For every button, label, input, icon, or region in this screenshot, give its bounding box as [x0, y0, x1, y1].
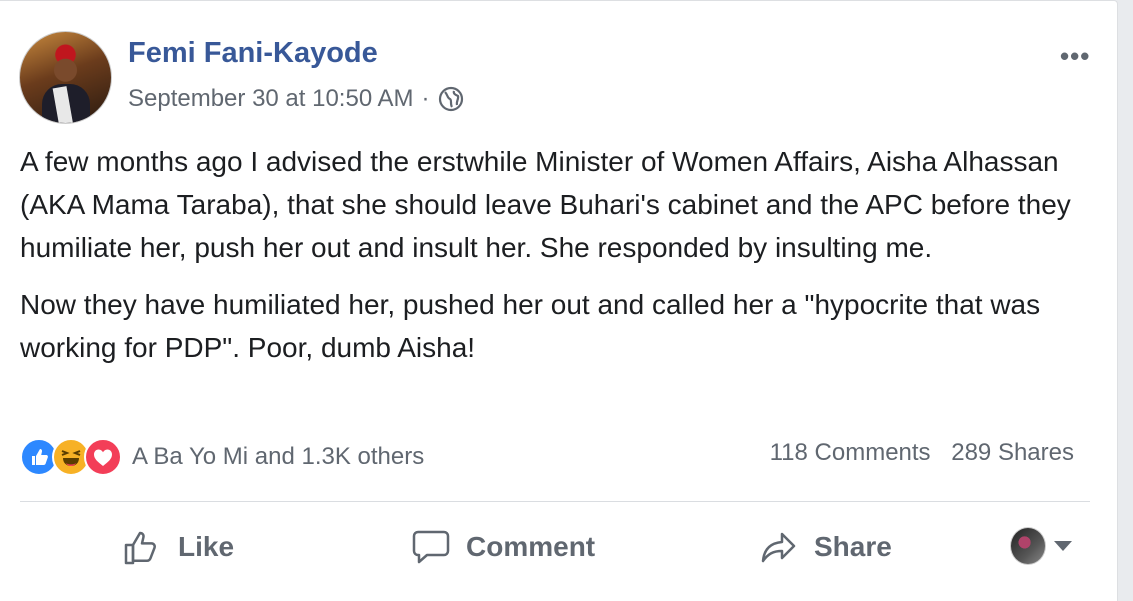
meta-separator: ·: [421, 85, 430, 112]
chevron-down-icon: [1054, 541, 1072, 551]
comment-button[interactable]: Comment: [410, 526, 595, 568]
comment-bubble-icon: [412, 530, 450, 564]
reaction-summary[interactable]: A Ba Yo Mi and 1.3K others: [20, 438, 424, 476]
engagement-counts: 118 Comments 289 Shares: [756, 439, 1074, 467]
post-timestamp[interactable]: September 30 at 10:50 AM: [128, 85, 414, 113]
post-as-selector[interactable]: [1010, 527, 1072, 565]
share-arrow-icon: [761, 532, 796, 563]
comment-label: Comment: [466, 531, 596, 562]
globe-icon[interactable]: [438, 86, 464, 112]
reaction-summary-text[interactable]: A Ba Yo Mi and 1.3K others: [132, 443, 424, 471]
thumbs-up-icon: [124, 531, 156, 565]
shares-count[interactable]: 289 Shares: [951, 439, 1074, 466]
post-paragraph: A few months ago I advised the erstwhile…: [20, 146, 1071, 263]
divider: [20, 501, 1090, 502]
action-bar: Like Comment Share: [20, 521, 1090, 573]
post-paragraph: Now they have humiliated her, pushed her…: [20, 289, 1041, 363]
comments-count[interactable]: 118 Comments: [770, 439, 931, 466]
post-card: Femi Fani-Kayode September 30 at 10:50 A…: [0, 0, 1118, 601]
love-reaction-icon: [84, 438, 122, 476]
share-button[interactable]: Share: [758, 526, 892, 568]
author-avatar[interactable]: [19, 31, 112, 124]
user-mini-avatar: [1010, 527, 1046, 565]
post-meta: September 30 at 10:50 AM ·: [128, 85, 464, 113]
author-name[interactable]: Femi Fani-Kayode: [128, 37, 378, 70]
like-button[interactable]: Like: [122, 526, 234, 568]
like-label: Like: [178, 531, 235, 562]
share-label: Share: [814, 531, 892, 562]
more-options-icon[interactable]: •••: [1060, 41, 1090, 72]
post-body: A few months ago I advised the erstwhile…: [20, 140, 1090, 383]
